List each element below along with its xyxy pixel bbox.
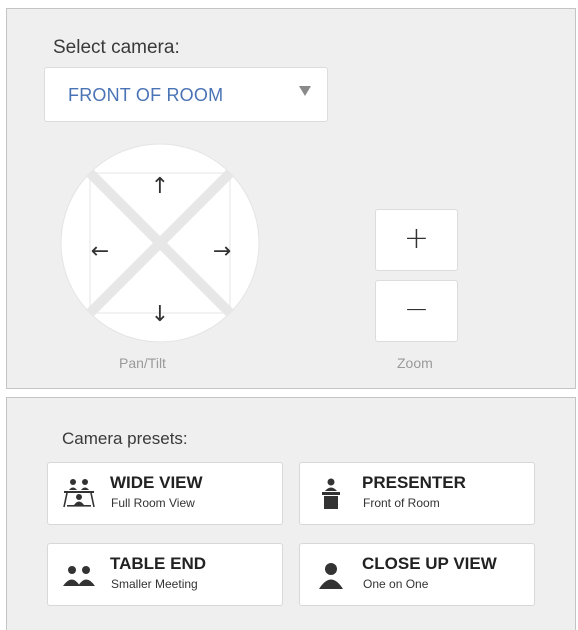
preset-title: TABLE END: [110, 554, 207, 573]
zoom-in-button[interactable]: +: [375, 209, 458, 271]
two-people-icon: [63, 566, 95, 586]
arrow-down-button[interactable]: ↓: [151, 302, 169, 327]
preset-subtitle: Smaller Meeting: [111, 577, 198, 591]
camera-select[interactable]: FRONT OF ROOM: [44, 67, 328, 122]
arrow-up-button[interactable]: ↑: [151, 174, 169, 199]
preset-subtitle: Full Room View: [111, 496, 195, 510]
preset-title: CLOSE UP VIEW: [362, 554, 497, 573]
preset-title: WIDE VIEW: [110, 473, 203, 492]
camera-control-panel: Select camera: FRONT OF ROOM ↑ ← → ↓ Pan…: [6, 8, 576, 389]
zoom-label: Zoom: [397, 355, 433, 371]
arrow-right-button[interactable]: →: [213, 239, 231, 264]
preset-close-up-view-button[interactable]: CLOSE UP VIEW One on One: [299, 543, 535, 606]
chevron-down-icon: [299, 86, 311, 96]
pan-tilt-label: Pan/Tilt: [119, 355, 166, 371]
preset-presenter-button[interactable]: PRESENTER Front of Room: [299, 462, 535, 525]
presenter-podium-icon: [322, 478, 340, 509]
pan-tilt-pad: ↑ ← → ↓: [60, 143, 260, 343]
single-person-icon: [319, 563, 343, 589]
preset-wide-view-button[interactable]: WIDE VIEW Full Room View: [47, 462, 283, 525]
preset-subtitle: One on One: [363, 577, 429, 591]
zoom-out-button[interactable]: −: [375, 280, 458, 342]
minus-icon: −: [403, 292, 430, 327]
arrow-left-button[interactable]: ←: [91, 239, 109, 264]
select-camera-heading: Select camera:: [53, 37, 180, 58]
group-table-icon: [63, 479, 95, 508]
camera-select-value: FRONT OF ROOM: [68, 85, 224, 105]
preset-title: PRESENTER: [362, 473, 466, 492]
plus-icon: +: [403, 221, 430, 256]
camera-presets-panel: Camera presets: WIDE VIEW Full Room View…: [6, 397, 576, 630]
preset-table-end-button[interactable]: TABLE END Smaller Meeting: [47, 543, 283, 606]
camera-presets-heading: Camera presets:: [62, 429, 188, 448]
preset-subtitle: Front of Room: [363, 496, 440, 510]
